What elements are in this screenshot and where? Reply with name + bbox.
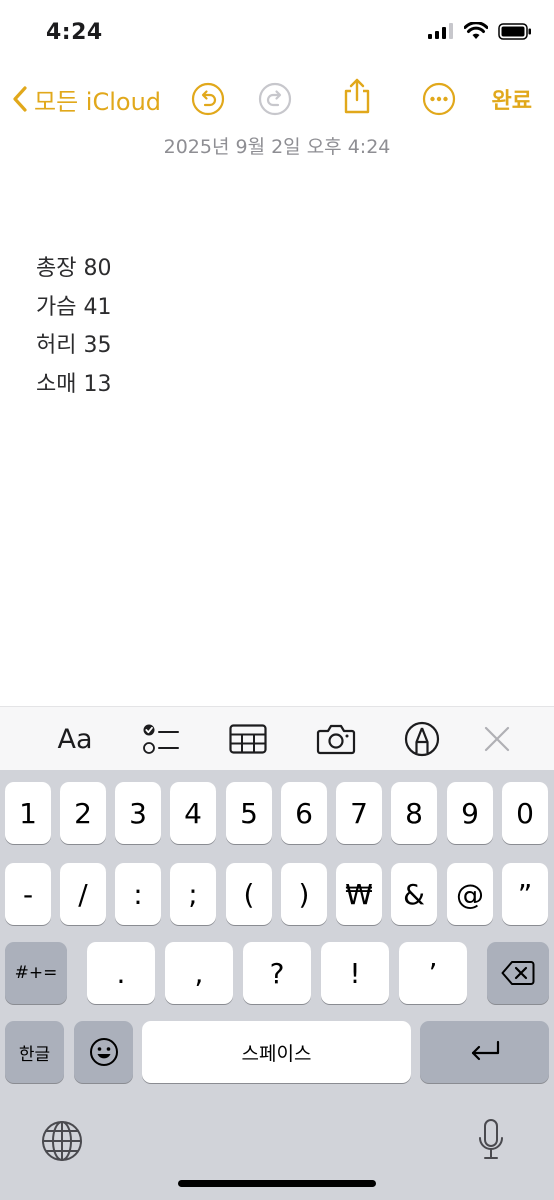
key-delete[interactable] xyxy=(487,942,549,1004)
key-at[interactable]: @ xyxy=(447,863,493,925)
home-indicator xyxy=(178,1180,376,1187)
key-space[interactable]: 스페이스 xyxy=(142,1021,411,1083)
redo-button[interactable] xyxy=(257,81,293,117)
key-0[interactable]: 0 xyxy=(502,782,548,844)
key-korean[interactable]: 한글 xyxy=(5,1021,64,1083)
key-2[interactable]: 2 xyxy=(60,782,106,844)
text-style-button[interactable]: Aa xyxy=(45,707,105,771)
key-return[interactable] xyxy=(420,1021,549,1083)
key-colon[interactable]: : xyxy=(115,863,161,925)
key-period[interactable]: . xyxy=(87,942,155,1004)
globe-icon xyxy=(42,1121,82,1161)
markup-pen-icon xyxy=(404,721,440,757)
key-8[interactable]: 8 xyxy=(391,782,437,844)
key-7[interactable]: 7 xyxy=(336,782,382,844)
key-6[interactable]: 6 xyxy=(281,782,327,844)
key-quote[interactable]: ” xyxy=(502,863,548,925)
note-line: 허리 35 xyxy=(36,333,112,358)
note-body[interactable]: 총장 80 가슴 41 허리 35 소매 13 xyxy=(36,250,111,404)
key-5[interactable]: 5 xyxy=(226,782,272,844)
cellular-signal-icon xyxy=(428,23,453,39)
markup-button[interactable] xyxy=(392,707,452,771)
backspace-icon xyxy=(501,961,535,985)
key-semicolon[interactable]: ; xyxy=(170,863,216,925)
keyboard: 1 2 3 4 5 6 7 8 9 0 - / : ; ( ) ₩ & @ ” … xyxy=(0,770,554,1200)
note-line: 소매 13 xyxy=(36,371,112,397)
key-won[interactable]: ₩ xyxy=(336,863,382,925)
emoji-icon xyxy=(89,1038,118,1066)
key-close-paren[interactable]: ) xyxy=(281,863,327,925)
back-button[interactable]: 모든 iCloud xyxy=(12,78,161,120)
camera-icon xyxy=(316,724,356,755)
chevron-left-icon xyxy=(13,86,27,112)
key-hyphen[interactable]: - xyxy=(5,863,51,925)
key-more-symbols[interactable]: #+= xyxy=(5,942,67,1004)
table-button[interactable] xyxy=(218,707,278,771)
share-icon xyxy=(344,78,370,114)
note-line: 총장 80 xyxy=(36,256,112,281)
key-comma[interactable]: , xyxy=(165,942,233,1004)
key-emoji[interactable] xyxy=(74,1021,133,1083)
dictation-button[interactable] xyxy=(477,1118,505,1164)
microphone-icon xyxy=(479,1119,503,1159)
undo-icon xyxy=(191,82,225,116)
key-1[interactable]: 1 xyxy=(5,782,51,844)
key-question[interactable]: ? xyxy=(243,942,311,1004)
share-button[interactable] xyxy=(339,78,375,114)
key-9[interactable]: 9 xyxy=(447,782,493,844)
done-button[interactable]: 완료 xyxy=(492,78,532,120)
key-exclamation[interactable]: ! xyxy=(321,942,389,1004)
globe-button[interactable] xyxy=(41,1120,83,1162)
key-3[interactable]: 3 xyxy=(115,782,161,844)
return-icon xyxy=(471,1040,499,1061)
redo-icon xyxy=(258,82,292,116)
ellipsis-circle-icon xyxy=(422,82,456,116)
more-button[interactable] xyxy=(421,81,457,117)
back-button-label: 모든 iCloud xyxy=(34,87,162,116)
undo-button[interactable] xyxy=(190,81,226,117)
close-icon xyxy=(484,726,510,752)
key-slash[interactable]: / xyxy=(60,863,106,925)
table-icon xyxy=(229,724,267,754)
key-apostrophe[interactable]: ’ xyxy=(399,942,467,1004)
key-4[interactable]: 4 xyxy=(170,782,216,844)
status-time: 4:24 xyxy=(46,20,103,45)
checklist-icon xyxy=(143,724,179,754)
wifi-icon xyxy=(464,22,488,39)
status-icons xyxy=(428,22,532,40)
key-open-paren[interactable]: ( xyxy=(226,863,272,925)
note-date: 2025년 9월 2일 오후 4:24 xyxy=(163,136,391,158)
nav-bar: 모든 iCloud 완료 xyxy=(0,78,554,120)
camera-button[interactable] xyxy=(306,707,366,771)
note-line: 가슴 41 xyxy=(36,294,112,320)
dismiss-keyboard-button[interactable] xyxy=(467,707,527,771)
checklist-button[interactable] xyxy=(131,707,191,771)
key-ampersand[interactable]: & xyxy=(391,863,437,925)
battery-icon xyxy=(498,22,531,40)
format-toolbar: Aa xyxy=(0,706,554,771)
